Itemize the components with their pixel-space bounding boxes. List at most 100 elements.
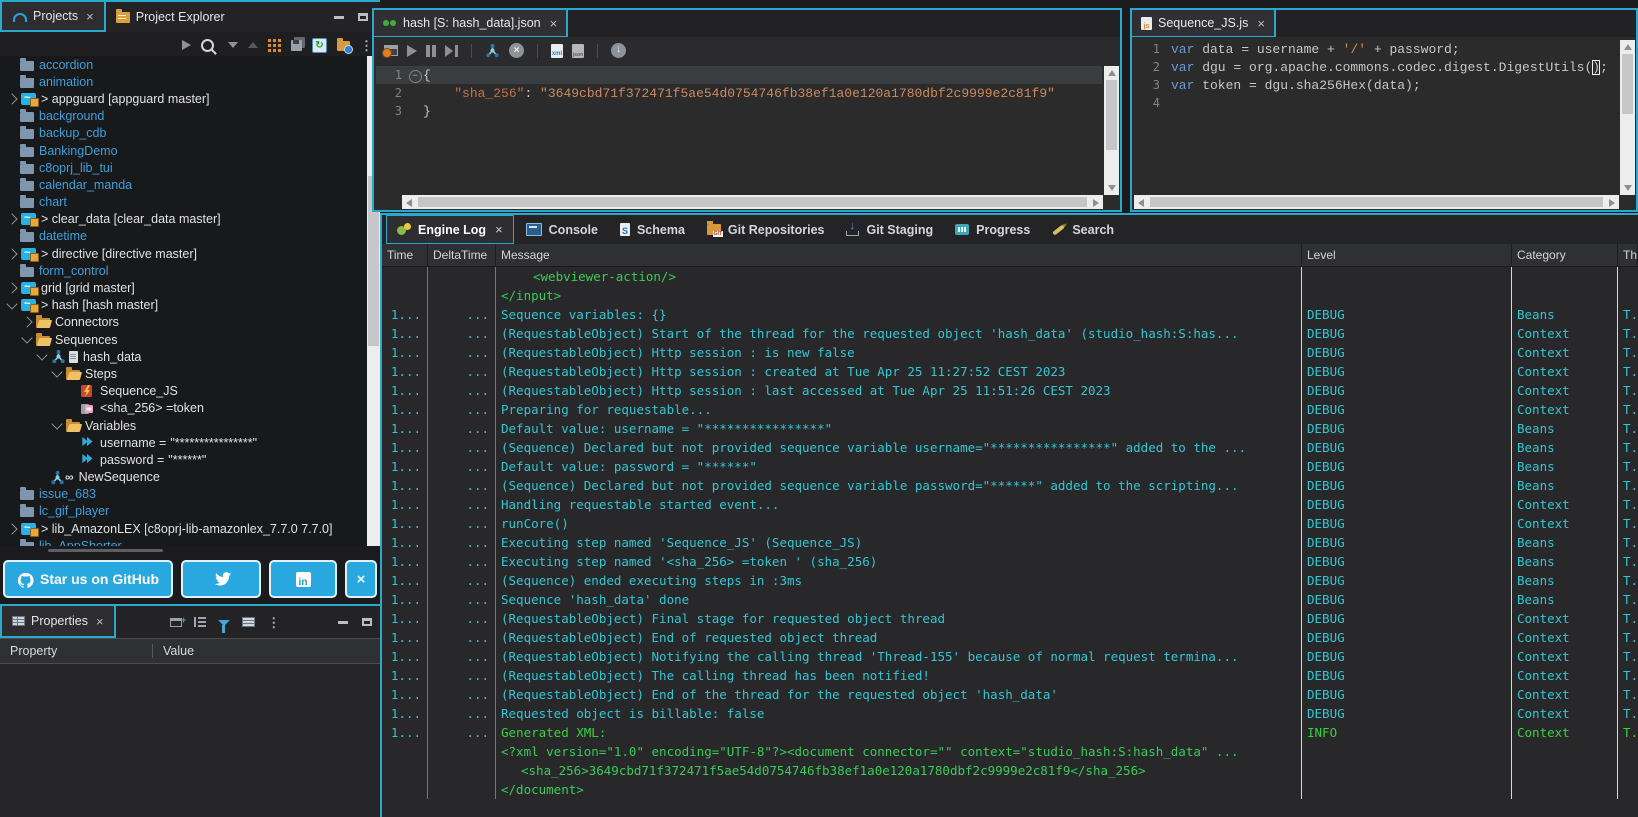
- tree-item[interactable]: calendar_manda: [0, 176, 366, 193]
- xml-file-icon[interactable]: [551, 44, 563, 58]
- menu-icon[interactable]: [267, 616, 275, 629]
- tree-item[interactable]: > hash [hash master]: [0, 297, 366, 314]
- chevron-down-icon[interactable]: [51, 367, 62, 378]
- json-file-icon[interactable]: [572, 44, 584, 58]
- log-row[interactable]: 1......(Sequence) Declared but not provi…: [382, 476, 1638, 495]
- linkedin-button[interactable]: [269, 560, 337, 598]
- tree-item[interactable]: Connectors: [0, 314, 366, 331]
- tree-item[interactable]: > lib_AmazonLEX [c8oprj-lib-amazonlex_7.…: [0, 520, 366, 537]
- log-column-header[interactable]: Th: [1618, 244, 1638, 266]
- tab-git-repositories[interactable]: Git Repositories: [697, 215, 835, 244]
- log-row[interactable]: 1......(RequestableObject) Notifying the…: [382, 647, 1638, 666]
- scroll-down-icon[interactable]: [1624, 185, 1632, 191]
- tree-item[interactable]: BankingDemo: [0, 142, 366, 159]
- code-line[interactable]: 2var dgu = org.apache.commons.codec.dige…: [1134, 58, 1618, 76]
- tab-project-explorer[interactable]: Project Explorer: [106, 2, 235, 32]
- filter-icon[interactable]: [218, 620, 230, 626]
- log-row[interactable]: 1......runCore()DEBUGContextT...: [382, 514, 1638, 533]
- run-icon[interactable]: [182, 40, 191, 50]
- log-column-header[interactable]: Message: [496, 244, 1302, 266]
- chevron-down-icon[interactable]: [36, 350, 47, 361]
- vertical-scrollbar[interactable]: [1104, 66, 1119, 195]
- new-window-icon[interactable]: [170, 618, 182, 627]
- code-line[interactable]: 1−{: [376, 66, 1102, 84]
- chevron-right-icon[interactable]: [6, 248, 17, 259]
- tab-projects[interactable]: Projects ×: [0, 2, 106, 32]
- log-row[interactable]: 1......(RequestableObject) End of the th…: [382, 685, 1638, 704]
- project-tree[interactable]: accordionanimation> appguard [appguard m…: [0, 56, 366, 546]
- log-row[interactable]: 1......(RequestableObject) Http session …: [382, 362, 1638, 381]
- tab-schema[interactable]: Schema: [610, 215, 695, 244]
- tree-item[interactable]: lc_gif_player: [0, 503, 366, 520]
- tree-item[interactable]: Steps: [0, 365, 366, 382]
- tree-item[interactable]: background: [0, 108, 366, 125]
- log-row[interactable]: 1......Preparing for requestable...DEBUG…: [382, 400, 1638, 419]
- minimize-icon[interactable]: [334, 16, 344, 19]
- tree-item[interactable]: issue_683: [0, 486, 366, 503]
- tab-sequence-js[interactable]: Sequence_JS.js ×: [1132, 10, 1276, 37]
- chevron-down-icon[interactable]: [51, 418, 62, 429]
- fold-collapse-icon[interactable]: −: [409, 70, 422, 83]
- log-row[interactable]: 1......(RequestableObject) Start of the …: [382, 324, 1638, 343]
- vertical-scrollbar[interactable]: [1620, 40, 1635, 195]
- scroll-down-icon[interactable]: [1108, 185, 1116, 191]
- tree-item[interactable]: Sequence_JS: [0, 383, 366, 400]
- chevron-down-icon[interactable]: [6, 298, 17, 309]
- menu-icon[interactable]: [360, 39, 368, 52]
- tab-engine-log[interactable]: Engine Log×: [386, 215, 514, 244]
- chevron-right-icon[interactable]: [21, 317, 32, 328]
- code-line[interactable]: 1var data = username + '/' + password;: [1134, 40, 1618, 58]
- tab-properties[interactable]: Properties ×: [0, 606, 116, 638]
- tree-item[interactable]: accordion: [0, 56, 366, 73]
- log-column-header[interactable]: Level: [1302, 244, 1512, 266]
- log-column-header[interactable]: Category: [1512, 244, 1618, 266]
- tree-item[interactable]: chart: [0, 194, 366, 211]
- log-row[interactable]: <?xml version="1.0" encoding="UTF-8"?><d…: [382, 742, 1638, 761]
- code-line[interactable]: 2 "sha_256": "3649cbd71f372471f5ae54d075…: [376, 84, 1102, 102]
- properties-body[interactable]: [0, 664, 380, 817]
- tab-console[interactable]: Console: [516, 215, 608, 244]
- scrollbar-thumb[interactable]: [1150, 197, 1603, 207]
- tree-item[interactable]: > directive [directive master]: [0, 245, 366, 262]
- tree-item[interactable]: password ="******": [0, 451, 366, 468]
- scroll-left-icon[interactable]: [1138, 199, 1144, 207]
- horizontal-scrollbar[interactable]: [1134, 195, 1619, 209]
- close-icon[interactable]: ×: [495, 222, 503, 237]
- play-icon[interactable]: [407, 45, 417, 57]
- close-icon[interactable]: ×: [86, 9, 94, 24]
- log-row[interactable]: 1......Generated XML:INFOContextT...: [382, 723, 1638, 742]
- sequence-icon[interactable]: [485, 43, 500, 58]
- code-line[interactable]: 3var token = dgu.sha256Hex(data);: [1134, 76, 1618, 94]
- scrollbar-thumb[interactable]: [1106, 80, 1117, 150]
- tree-item[interactable]: <sha_256> =token: [0, 400, 366, 417]
- close-icon[interactable]: ×: [96, 614, 104, 629]
- save-all-icon[interactable]: [291, 40, 302, 51]
- close-icon[interactable]: ×: [550, 16, 558, 31]
- tab-hash-json[interactable]: hash [S: hash_data].json ×: [374, 10, 568, 37]
- pause-icon[interactable]: [426, 45, 436, 57]
- log-row[interactable]: 1......Executing step named '<sha_256> =…: [382, 552, 1638, 571]
- tab-search[interactable]: Search: [1042, 215, 1124, 244]
- settings-icon[interactable]: [384, 45, 398, 56]
- tree-item[interactable]: hash_data: [0, 348, 366, 365]
- js-code-area[interactable]: 1var data = username + '/' + password;2v…: [1134, 40, 1618, 194]
- tree-item[interactable]: > appguard [appguard master]: [0, 90, 366, 107]
- star-github-button[interactable]: Star us on GitHub: [3, 560, 173, 598]
- scroll-up-icon[interactable]: [1624, 44, 1632, 50]
- log-row[interactable]: 1......(RequestableObject) Final stage f…: [382, 609, 1638, 628]
- search-icon[interactable]: [201, 39, 214, 52]
- log-row[interactable]: 1......Executing step named 'Sequence_JS…: [382, 533, 1638, 552]
- tree-item[interactable]: datetime: [0, 228, 366, 245]
- scrollbar-thumb[interactable]: [418, 197, 1087, 207]
- tree-item[interactable]: Variables: [0, 417, 366, 434]
- chevron-right-icon[interactable]: [6, 214, 17, 225]
- categories-icon[interactable]: [242, 617, 255, 627]
- chevron-down-icon[interactable]: [21, 332, 32, 343]
- log-row[interactable]: </input>: [382, 286, 1638, 305]
- step-icon[interactable]: [445, 45, 458, 57]
- chevron-right-icon[interactable]: [6, 93, 17, 104]
- link-editor-icon[interactable]: [268, 39, 281, 52]
- close-icon[interactable]: ×: [1257, 16, 1265, 31]
- scroll-up-icon[interactable]: [1108, 70, 1116, 76]
- log-row[interactable]: 1......Default value: username = "******…: [382, 419, 1638, 438]
